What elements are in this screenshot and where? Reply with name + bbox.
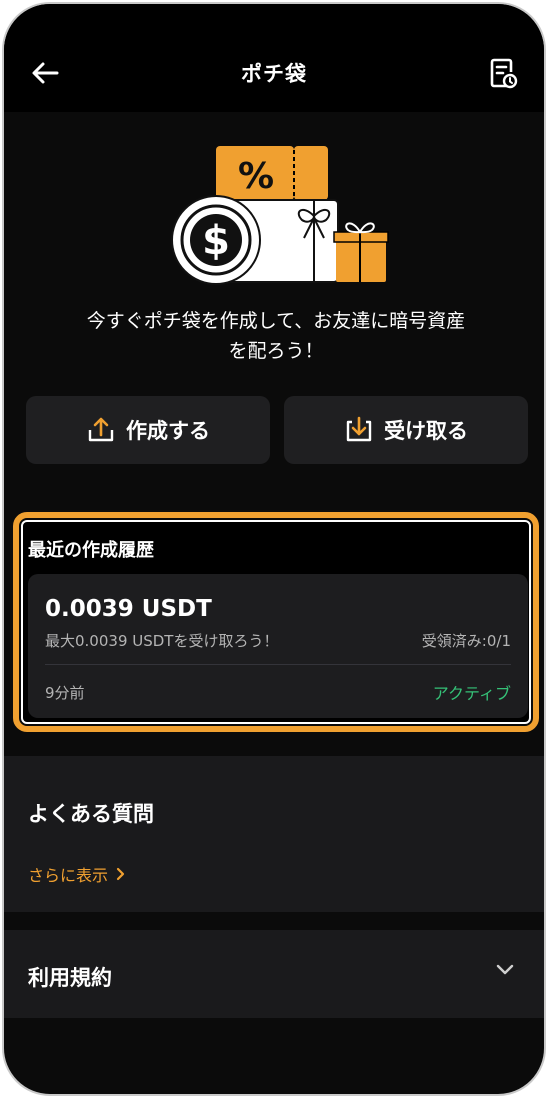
top-bar: ポチ袋 (4, 4, 544, 112)
red-packet-gift-icon: % $ (171, 146, 389, 285)
chevron-down-icon (496, 964, 514, 975)
intro-text: 今すぐポチ袋を作成して、お友達に暗号資産 を配ろう！ (44, 306, 508, 366)
percent-glyph: % (238, 156, 274, 197)
record-divider (45, 664, 511, 665)
status-badge: アクティブ (432, 684, 511, 703)
download-tray-icon (346, 416, 372, 442)
create-button-label: 作成する (126, 419, 210, 443)
create-button[interactable]: 作成する (26, 396, 270, 464)
terms-section[interactable]: 利用規約 (4, 930, 544, 1018)
receipt-clock-icon (490, 58, 518, 89)
intro-line-2: を配ろう！ (228, 340, 324, 362)
upload-tray-icon (88, 417, 114, 442)
dollar-glyph: $ (202, 218, 230, 264)
history-section-title: 最近の作成履歴 (28, 540, 154, 561)
show-more-label: さらに表示 (28, 866, 109, 885)
receive-button[interactable]: 受け取る (284, 396, 528, 464)
record-time: 9分前 (45, 684, 85, 702)
faq-section: よくある質問 さらに表示 (4, 756, 544, 912)
history-record-card[interactable]: 0.0039 USDT 最大0.0039 USDTを受け取ろう！ 受領済み:0/… (28, 574, 528, 718)
chevron-right-icon (116, 867, 125, 881)
history-button[interactable] (486, 56, 520, 92)
record-description: 最大0.0039 USDTを受け取ろう！ (45, 632, 279, 650)
record-amount: 0.0039 USDT (45, 596, 212, 622)
intro-line-1: 今すぐポチ袋を作成して、お友達に暗号資産 (86, 310, 466, 332)
phone-screen: ポチ袋 % $ 今すぐポチ袋を作成して、お友達に暗号資産 を配ろう！ 作成する … (2, 2, 546, 1096)
show-more-link[interactable]: さらに表示 (28, 862, 126, 886)
page-title: ポチ袋 (241, 62, 307, 86)
faq-title: よくある質問 (28, 802, 154, 826)
terms-title: 利用規約 (28, 966, 112, 990)
receive-button-label: 受け取る (384, 419, 468, 443)
record-claimed-count: 受領済み:0/1 (421, 632, 511, 650)
